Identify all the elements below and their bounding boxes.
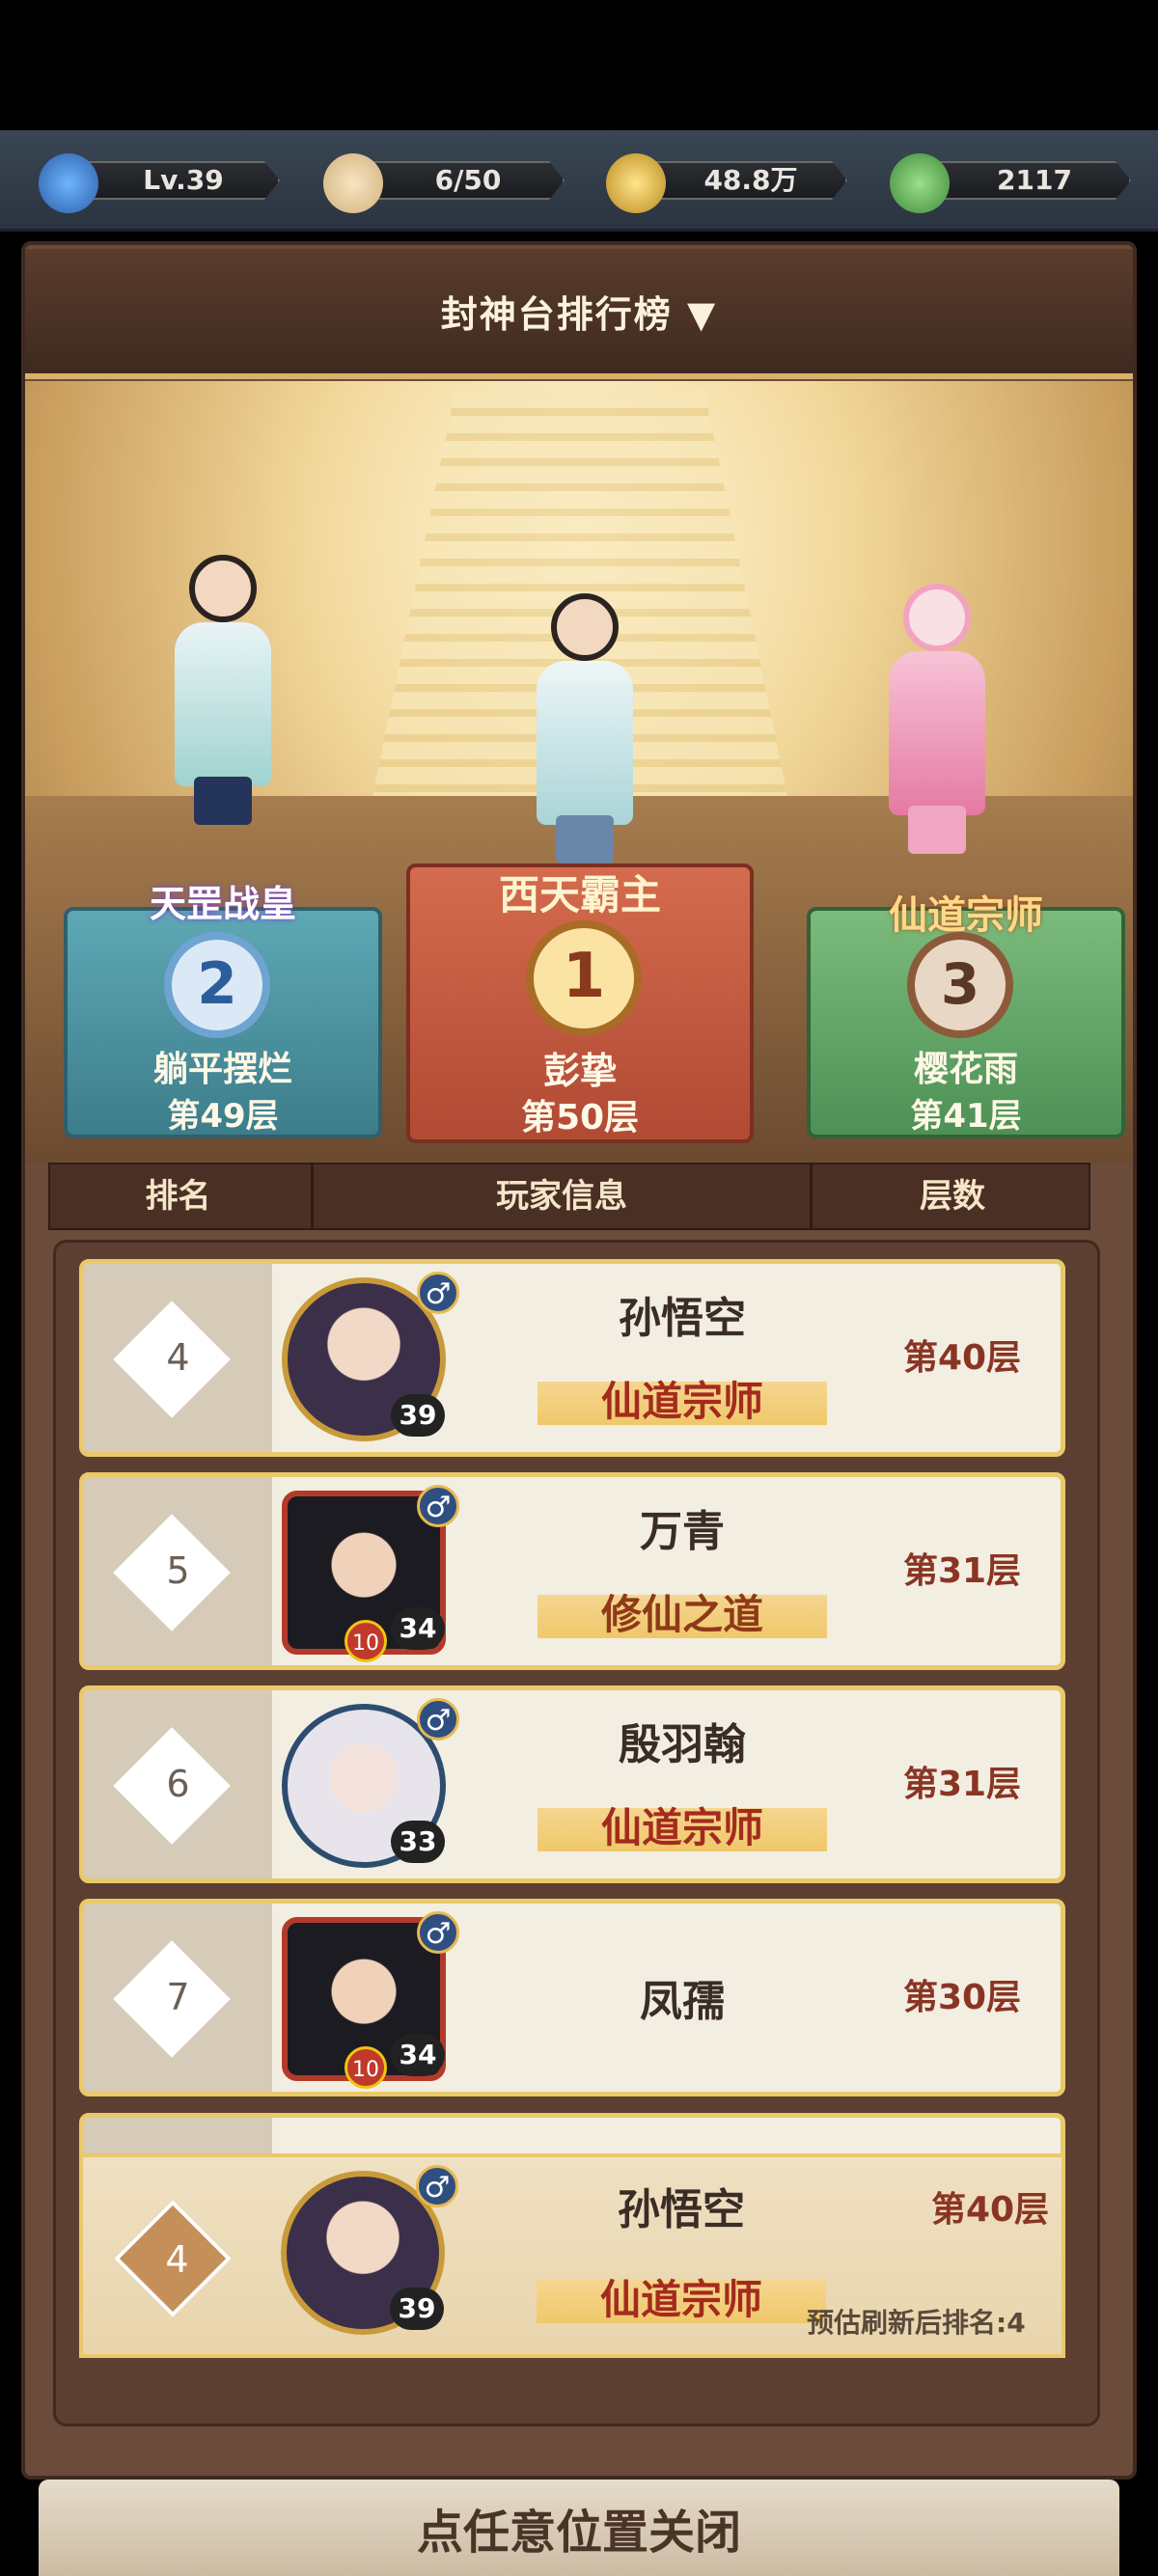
rank-medal: 2 xyxy=(164,932,270,1038)
player-floor: 第41层 xyxy=(910,1097,1022,1136)
estimated-rank: 预估刷新后排名:4 xyxy=(807,2307,1026,2339)
hero-rank-3[interactable] xyxy=(865,545,1009,863)
honor-title: 仙道宗师 xyxy=(537,2254,826,2341)
player-name: 殷羽翰 xyxy=(619,1720,746,1769)
honor-title: 修仙之道 xyxy=(538,1569,827,1656)
list-item[interactable]: 4 ♂ 39 孙悟空 仙道宗师 第40层 xyxy=(79,1259,1065,1457)
list-item[interactable]: 5 ♂ 10 34 万青 修仙之道 第31层 xyxy=(79,1472,1065,1670)
resource-jade[interactable]: 2117 xyxy=(890,153,1131,213)
leaderboard-title-dropdown[interactable]: 封神台排行榜 ▼ xyxy=(0,285,1158,338)
player-name: 孙悟空 xyxy=(618,2185,745,2234)
player-name: 躺平摆烂 xyxy=(152,1050,292,1089)
male-icon: ♂ xyxy=(416,2165,458,2207)
rank-number: 6 xyxy=(166,1763,190,1805)
player-floor: 第40层 xyxy=(902,1338,1022,1378)
vip-badge: 10 xyxy=(345,1620,387,1662)
jade-leaf-icon xyxy=(890,153,950,213)
rank-number: 4 xyxy=(165,2238,189,2281)
rank-number: 5 xyxy=(166,1549,190,1592)
male-icon: ♂ xyxy=(417,1911,459,1954)
level-badge: 39 xyxy=(391,1394,445,1437)
pedestal-rank-1[interactable]: 西天霸主 1 彭挚 第50层 xyxy=(406,863,754,1143)
honor-title: 仙道宗师 xyxy=(538,1356,827,1442)
player-name: 樱花雨 xyxy=(913,1050,1018,1089)
pedestal-rank-2[interactable]: 天罡战皇 2 躺平摆烂 第49层 xyxy=(64,883,382,1138)
status-bar-area xyxy=(0,0,1158,130)
player-name: 万青 xyxy=(640,1507,725,1556)
list-item[interactable]: 7 ♂ 10 34 凤孺 第30层 xyxy=(79,1899,1065,2096)
resource-stamina[interactable]: 6/50 xyxy=(323,153,565,213)
col-rank: 排名 xyxy=(145,1177,211,1216)
col-player-info: 玩家信息 xyxy=(311,1165,813,1228)
col-floors: 层数 xyxy=(920,1177,985,1216)
close-hint[interactable]: 点任意位置关闭 xyxy=(0,2494,1158,2562)
hero-rank-1[interactable] xyxy=(512,555,657,873)
rank-number: 7 xyxy=(166,1976,190,2018)
level-icon xyxy=(39,153,98,213)
resource-level[interactable]: Lv.39 xyxy=(39,153,280,213)
level-badge: 34 xyxy=(391,2034,445,2076)
level-badge: 39 xyxy=(390,2288,444,2330)
player-floor: 第31层 xyxy=(902,1765,1022,1804)
honor-title: 仙道宗师 xyxy=(889,893,1043,938)
my-rank-row[interactable]: 4 ♂ 39 孙悟空 仙道宗师 第40层 预估刷新后排名:4 xyxy=(79,2153,1065,2358)
chevron-down-icon: ▼ xyxy=(687,293,718,336)
list-item[interactable]: 6 ♂ 33 殷羽翰 仙道宗师 第31层 xyxy=(79,1685,1065,1883)
player-name: 孙悟空 xyxy=(619,1294,746,1343)
honor-title: 西天霸主 xyxy=(498,871,661,918)
player-floor: 第49层 xyxy=(167,1097,279,1136)
vip-badge: 10 xyxy=(345,2046,387,2089)
player-name: 彭挚 xyxy=(542,1050,617,1092)
rank-medal: 1 xyxy=(526,920,642,1036)
podium-stage: 天罡战皇 2 躺平摆烂 第49层 西天霸主 1 彭挚 第50层 仙道宗师 3 樱… xyxy=(25,381,1133,1163)
page-title: 封神台排行榜 xyxy=(440,293,673,336)
resource-bar: Lv.39 6/50 48.8万 2117 xyxy=(0,130,1158,232)
rank-number: 4 xyxy=(166,1336,190,1379)
hero-rank-2[interactable] xyxy=(151,516,295,835)
level-badge: 34 xyxy=(391,1607,445,1650)
coin-icon xyxy=(606,153,666,213)
male-icon: ♂ xyxy=(417,1698,459,1740)
honor-title: 仙道宗师 xyxy=(538,1782,827,1869)
player-name: 凤孺 xyxy=(640,1977,725,2026)
level-badge: 33 xyxy=(391,1821,445,1863)
male-icon: ♂ xyxy=(417,1485,459,1527)
honor-title: 天罡战皇 xyxy=(149,883,296,925)
male-icon: ♂ xyxy=(417,1272,459,1314)
rank-medal: 3 xyxy=(907,932,1013,1038)
resource-coin[interactable]: 48.8万 xyxy=(606,153,847,213)
player-floor: 第31层 xyxy=(902,1551,1022,1591)
player-floor: 第50层 xyxy=(520,1098,640,1137)
player-floor: 第30层 xyxy=(902,1978,1022,2017)
bun-stamina-icon xyxy=(323,153,383,213)
column-header: 排名 玩家信息 层数 xyxy=(48,1163,1090,1230)
player-floor: 第40层 xyxy=(930,2190,1050,2230)
pedestal-rank-3[interactable]: 仙道宗师 3 樱花雨 第41层 xyxy=(807,893,1125,1138)
